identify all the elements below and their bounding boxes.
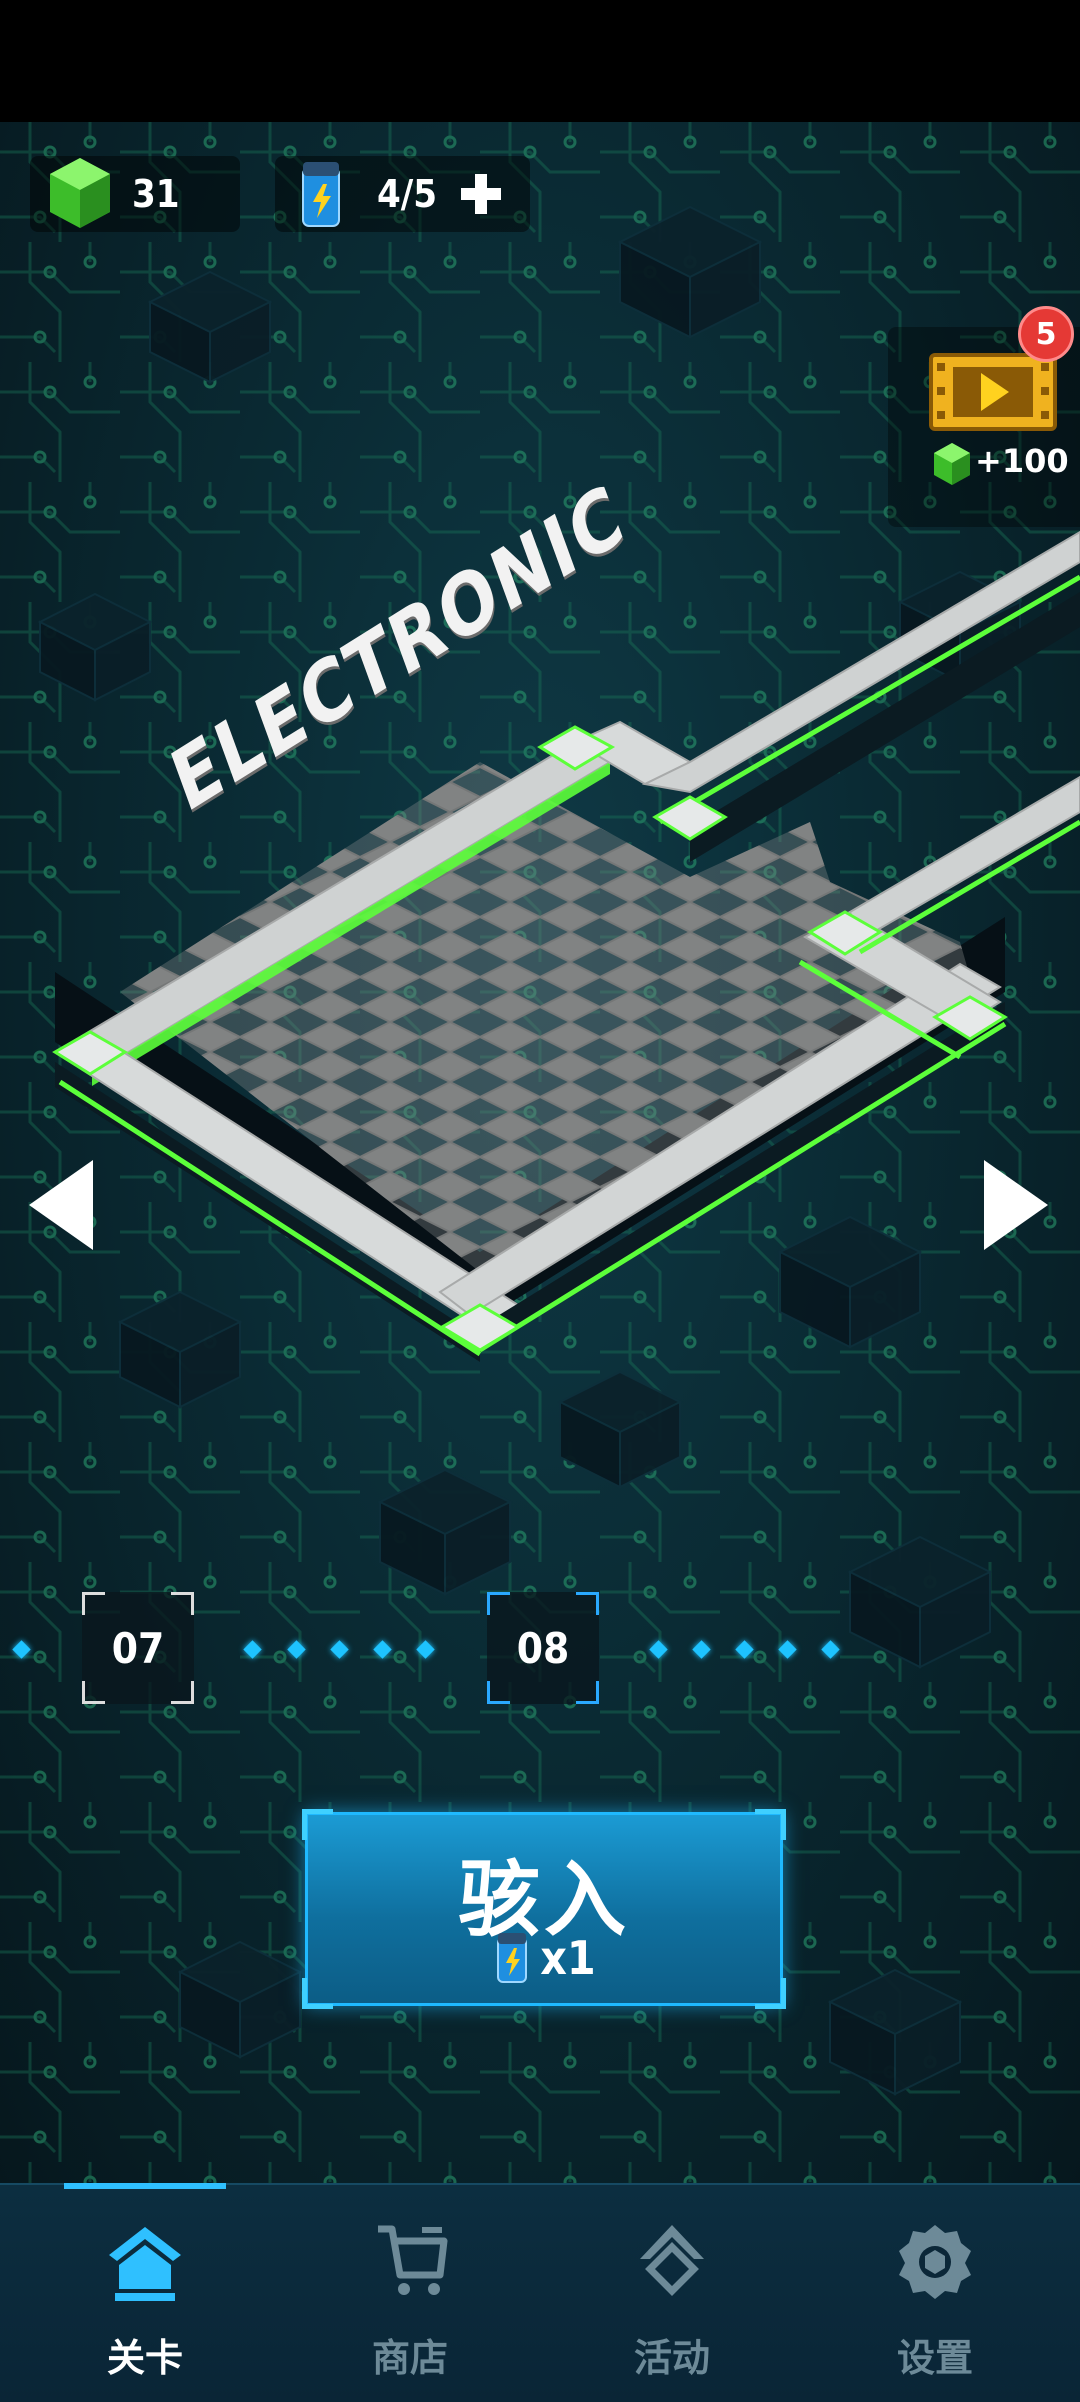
- tab-shop[interactable]: 商店: [275, 2185, 545, 2402]
- energy-counter: 4/5: [275, 156, 530, 232]
- tab-levels[interactable]: 关卡: [10, 2185, 280, 2402]
- status-bar: [0, 0, 1080, 122]
- battery-icon: [497, 1933, 528, 1983]
- tab-events[interactable]: 活动: [537, 2185, 807, 2402]
- level-platform: [52, 530, 1080, 1362]
- active-tab-indicator: [64, 2183, 226, 2189]
- hack-in-button[interactable]: 骇入 x1: [302, 1809, 786, 2009]
- energy-cost-label: x1: [540, 1931, 596, 1985]
- level-number: 07: [111, 1623, 165, 1673]
- next-world-arrow-icon[interactable]: [972, 1150, 1052, 1260]
- level-node-07[interactable]: 07: [82, 1592, 194, 1704]
- energy-count: 4/5: [377, 172, 438, 216]
- tab-label: 活动: [633, 2336, 710, 2380]
- video-reward-amount: +100: [975, 442, 1069, 480]
- tab-settings[interactable]: 设置: [800, 2185, 1070, 2402]
- activity-icon: [640, 2225, 704, 2296]
- energy-cost: x1: [308, 1930, 780, 1986]
- previous-world-arrow-icon[interactable]: [25, 1150, 105, 1260]
- level-node-08[interactable]: 08: [487, 1592, 599, 1704]
- notification-badge: 5: [1018, 306, 1074, 362]
- tab-label: 商店: [371, 2336, 448, 2380]
- cart-icon: [378, 2225, 448, 2295]
- home-icon: [109, 2227, 181, 2301]
- tab-label: 设置: [896, 2336, 973, 2380]
- bottom-navigation: 关卡 商店 活动 设置: [0, 2183, 1080, 2402]
- gear-icon: [899, 2225, 971, 2299]
- add-energy-icon[interactable]: [457, 170, 505, 218]
- battery-icon: [302, 162, 340, 227]
- gem-icon: [50, 158, 110, 228]
- tab-label: 关卡: [106, 2336, 183, 2380]
- gem-count: 31: [132, 172, 180, 216]
- gem-icon: [934, 443, 970, 485]
- level-number: 08: [516, 1623, 570, 1673]
- gem-counter: 31: [30, 156, 240, 232]
